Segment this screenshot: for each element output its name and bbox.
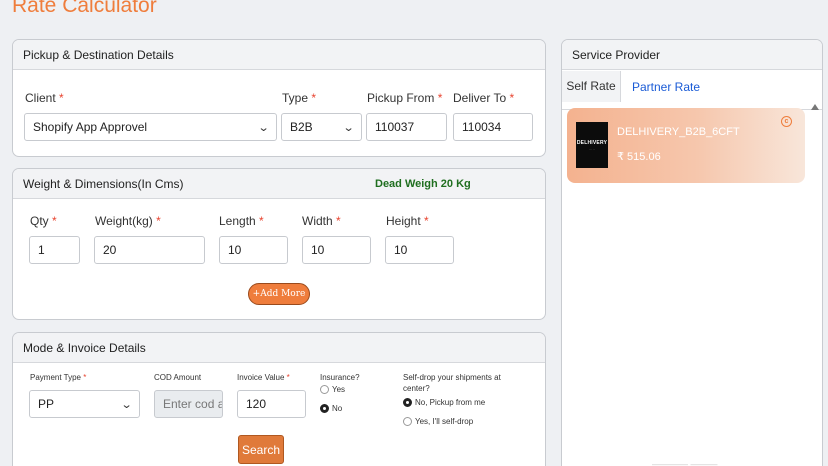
chevron-down-icon: ⌄ [342, 121, 355, 134]
self-drop-no-radio[interactable]: No, Pickup from me [403, 398, 485, 407]
service-provider-header: Service Provider [562, 40, 822, 70]
width-input[interactable]: 10 [302, 236, 371, 264]
weight-label: Weight(kg) * [95, 214, 161, 228]
service-provider-card: Service Provider [561, 39, 823, 466]
insurance-no-radio[interactable]: No [320, 404, 342, 413]
radio-icon [320, 404, 329, 413]
radio-icon [403, 398, 412, 407]
insurance-no-label: No [332, 404, 343, 413]
invoice-value-input[interactable]: 120 [237, 390, 306, 418]
provider-logo: DELHIVERY ····· [576, 122, 608, 168]
add-more-button[interactable]: +Add More [248, 283, 310, 305]
self-drop-label: Self-drop your shipments at center? [403, 373, 501, 393]
length-input[interactable]: 10 [219, 236, 288, 264]
type-value: B2B [290, 120, 313, 134]
client-value: Shopify App Approvel [33, 120, 148, 134]
height-input[interactable]: 10 [385, 236, 454, 264]
provider-price: ₹ 515.06 [617, 151, 661, 163]
width-label: Width * [302, 214, 341, 228]
insurance-yes-radio[interactable]: Yes [320, 385, 345, 394]
search-button[interactable]: Search [238, 435, 284, 464]
height-label: Height * [386, 214, 429, 228]
weight-input[interactable]: 20 [94, 236, 205, 264]
chevron-down-icon: ⌄ [257, 121, 270, 134]
provider-rate-card[interactable]: DELHIVERY ····· DELHIVERY_B2B_6CFT ₹ 515… [567, 108, 805, 183]
payment-type-select[interactable]: PP ⌄ [29, 390, 140, 418]
select-indicator-icon[interactable]: c [781, 116, 792, 127]
qty-input[interactable]: 1 [29, 236, 80, 264]
qty-label: Qty * [30, 214, 57, 228]
radio-icon [320, 385, 329, 394]
pickup-from-label: Pickup From * [367, 91, 443, 105]
deliver-to-input[interactable]: 110034 [453, 113, 533, 141]
faint-footer-text: ———— ——— [652, 459, 718, 466]
page-title: Rate Calculator [12, 0, 157, 17]
tab-self-rate[interactable]: Self Rate [562, 71, 621, 102]
self-drop-yes-label: Yes, I'll self-drop [415, 417, 474, 426]
insurance-label: Insurance? [320, 373, 360, 382]
insurance-yes-label: Yes [332, 385, 346, 394]
mode-invoice-header: Mode & Invoice Details [13, 333, 545, 363]
dead-weight-text: Dead Weigh 20 Kg [375, 177, 471, 190]
self-drop-no-label: No, Pickup from me [415, 398, 486, 407]
client-label: Client * [25, 91, 64, 105]
length-label: Length * [219, 214, 264, 228]
self-drop-yes-radio[interactable]: Yes, I'll self-drop [403, 417, 473, 426]
radio-icon [403, 417, 412, 426]
type-label: Type * [282, 91, 317, 105]
cod-amount-label: COD Amount [154, 373, 202, 382]
type-select[interactable]: B2B ⌄ [281, 113, 362, 141]
chevron-down-icon: ⌄ [120, 398, 133, 411]
payment-type-label: Payment Type * [30, 373, 87, 382]
deliver-to-label: Deliver To * [453, 91, 515, 105]
payment-type-value: PP [38, 397, 55, 411]
cod-amount-input[interactable]: Enter cod ar [154, 390, 223, 418]
invoice-value-label: Invoice Value * [237, 373, 290, 382]
pickup-from-input[interactable]: 110037 [366, 113, 447, 141]
weight-dimensions-header: Weight & Dimensions(In Cms) Dead Weigh 2… [13, 169, 545, 199]
tab-partner-rate[interactable]: Partner Rate [632, 80, 700, 94]
weight-dimensions-title: Weight & Dimensions(In Cms) [23, 176, 184, 191]
scroll-up-icon[interactable] [811, 104, 819, 110]
client-select[interactable]: Shopify App Approvel ⌄ [24, 113, 277, 141]
pickup-destination-header: Pickup & Destination Details [13, 40, 545, 70]
provider-name: DELHIVERY_B2B_6CFT [617, 126, 740, 138]
